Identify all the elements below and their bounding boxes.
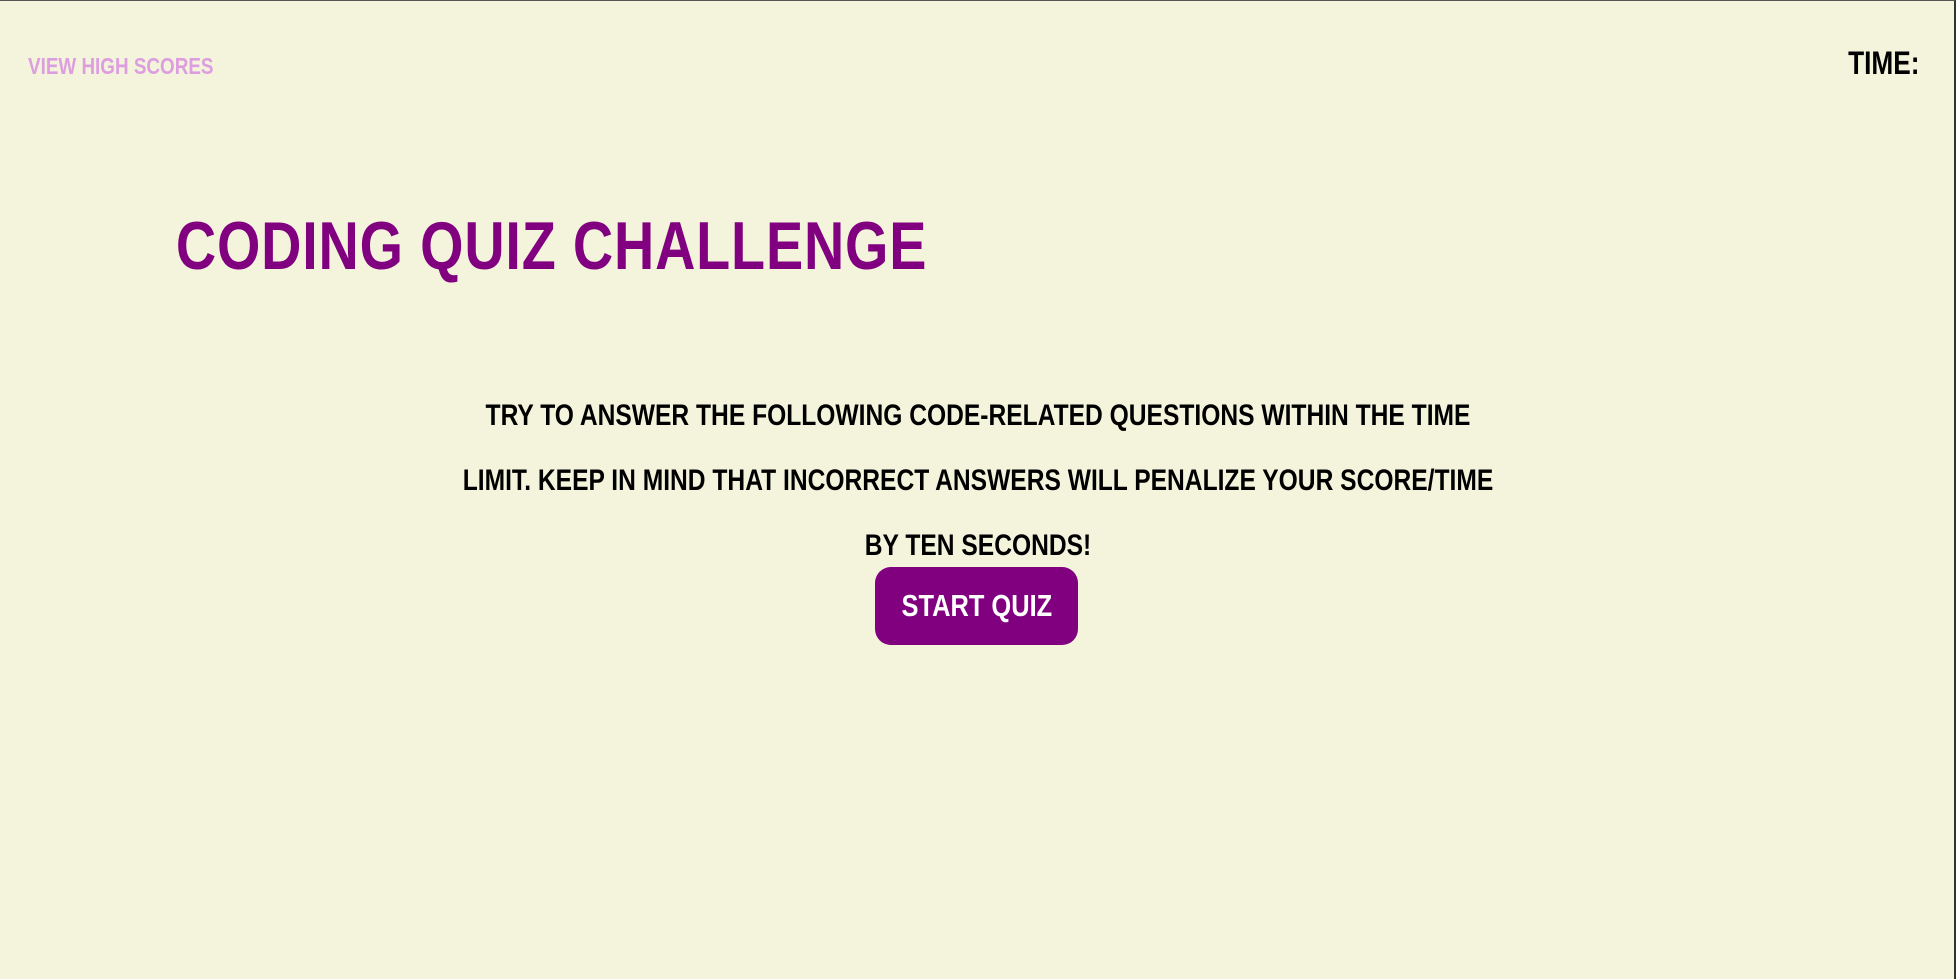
start-quiz-button[interactable]: START QUIZ bbox=[875, 567, 1078, 645]
timer-label: TIME: bbox=[1848, 45, 1920, 81]
quiz-page: VIEW HIGH SCORES TIME: CODING QUIZ CHALL… bbox=[0, 0, 1956, 979]
view-high-scores-link[interactable]: VIEW HIGH SCORES bbox=[28, 53, 213, 80]
page-title: CODING QUIZ CHALLENGE bbox=[175, 208, 928, 284]
start-quiz-button-label: START QUIZ bbox=[901, 588, 1052, 623]
intro-text: TRY TO ANSWER THE FOLLOWING CODE-RELATED… bbox=[462, 399, 1494, 562]
timer-display: TIME: bbox=[1848, 45, 1926, 82]
